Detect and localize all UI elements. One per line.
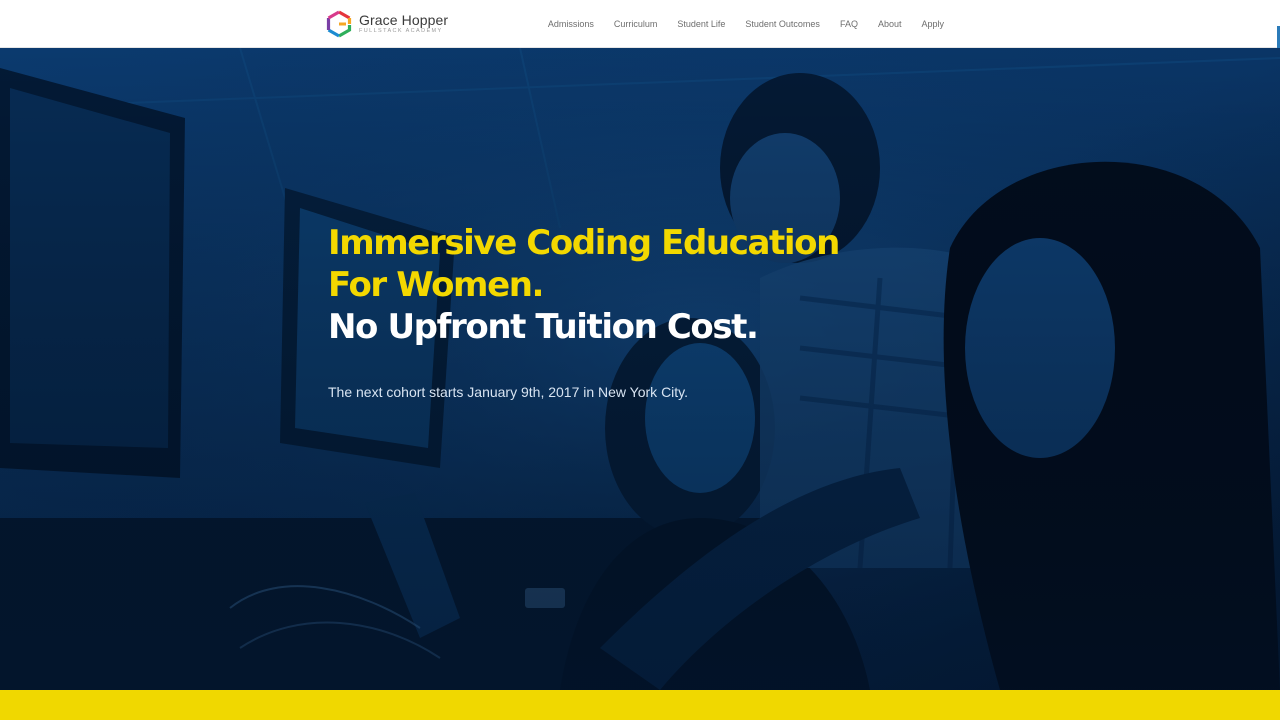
nav-faq[interactable]: FAQ xyxy=(840,19,858,29)
hero-section: Immersive Coding Education For Women. No… xyxy=(0,48,1280,690)
hero-headline: Immersive Coding Education For Women. No… xyxy=(328,222,968,348)
nav-admissions[interactable]: Admissions xyxy=(548,19,594,29)
main-nav: Admissions Curriculum Student Life Stude… xyxy=(548,0,944,48)
nav-student-life[interactable]: Student Life xyxy=(677,19,725,29)
nav-about[interactable]: About xyxy=(878,19,902,29)
hero-copy: Immersive Coding Education For Women. No… xyxy=(328,222,968,400)
nav-apply[interactable]: Apply xyxy=(921,19,944,29)
brand-subtitle: FULLSTACK ACADEMY xyxy=(359,28,443,35)
hexagon-logo-icon xyxy=(326,10,352,38)
headline-line-2: For Women. xyxy=(328,265,544,305)
next-section-band xyxy=(0,690,1280,720)
cohort-start-text: The next cohort starts January 9th, 2017… xyxy=(328,384,689,400)
nav-curriculum[interactable]: Curriculum xyxy=(614,19,658,29)
site-header: Grace Hopper FULLSTACK ACADEMY Admission… xyxy=(0,0,1280,48)
brand-name: Grace Hopper xyxy=(359,12,449,29)
headline-line-3: No Upfront Tuition Cost. xyxy=(328,307,759,347)
headline-line-1: Immersive Coding Education xyxy=(328,223,840,263)
logo-link[interactable]: Grace Hopper FULLSTACK ACADEMY xyxy=(326,9,448,39)
nav-student-outcomes[interactable]: Student Outcomes xyxy=(745,19,820,29)
